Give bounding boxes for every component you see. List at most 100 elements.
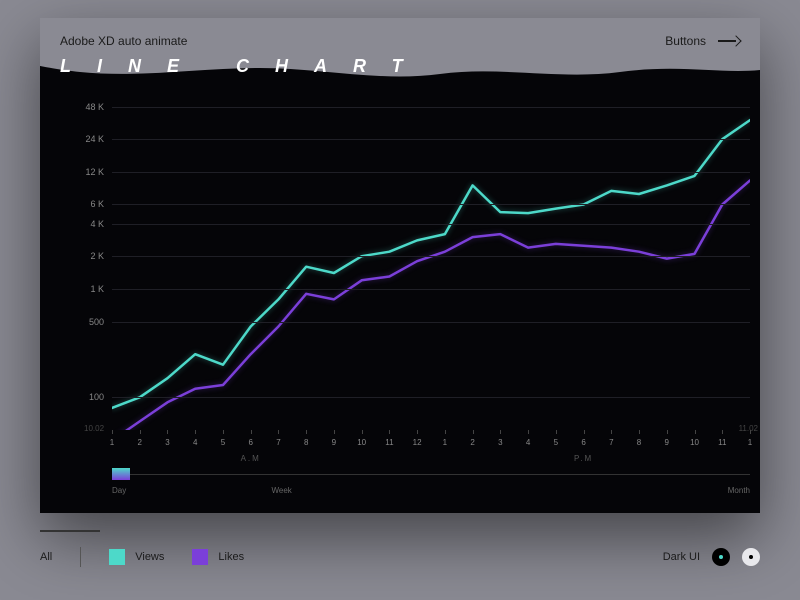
- grid-line: [112, 107, 750, 108]
- timeline-week[interactable]: Week: [272, 486, 292, 495]
- y-tick: 2 K: [90, 251, 104, 261]
- x-tick-mark: [584, 430, 585, 434]
- x-tick-mark: [362, 430, 363, 434]
- x-tick: 4: [526, 438, 530, 447]
- x-tick: 10: [357, 438, 366, 447]
- x-tick-mark: [500, 430, 501, 434]
- y-tick: 4 K: [90, 219, 104, 229]
- header-link-label: Buttons: [665, 34, 706, 48]
- x-tick: 5: [221, 438, 225, 447]
- timeline-handle[interactable]: [112, 468, 130, 480]
- x-tick-mark: [223, 430, 224, 434]
- y-tick: 1 K: [90, 284, 104, 294]
- page-title: LINE CHART: [60, 56, 429, 77]
- x-tick: 6: [248, 438, 252, 447]
- chart-card: Adobe XD auto animate Buttons LINE CHART…: [40, 18, 760, 513]
- timeline-month[interactable]: Month: [728, 486, 750, 495]
- theme-toggles: Dark UI: [663, 548, 760, 566]
- x-tick: 4: [193, 438, 197, 447]
- x-tick-mark: [389, 430, 390, 434]
- legend-all[interactable]: All: [40, 551, 52, 563]
- x-axis: 12345678910111212345678910111A.MP.M10.02…: [112, 430, 750, 458]
- toggle-light[interactable]: [742, 548, 760, 566]
- x-tick-mark: [195, 430, 196, 434]
- x-tick-mark: [722, 430, 723, 434]
- x-tick-mark: [140, 430, 141, 434]
- header-subtitle: Adobe XD auto animate: [60, 34, 187, 48]
- grid-line: [112, 256, 750, 257]
- x-tick-mark: [417, 430, 418, 434]
- x-tick: 7: [276, 438, 280, 447]
- arrow-right-icon: [718, 36, 740, 46]
- x-period-am: A.M: [241, 454, 261, 463]
- x-tick: 11: [385, 438, 393, 447]
- toggle-dark[interactable]: [712, 548, 730, 566]
- x-tick: 2: [138, 438, 142, 447]
- legend-likes-label: Likes: [218, 551, 244, 563]
- y-tick: 12 K: [85, 167, 104, 177]
- x-tick-mark: [473, 430, 474, 434]
- x-tick-mark: [556, 430, 557, 434]
- x-date-end: 11.02: [739, 424, 758, 433]
- y-tick: 24 K: [85, 134, 104, 144]
- line-likes: [112, 180, 750, 430]
- x-date-start: 10.02: [84, 424, 104, 433]
- x-period-pm: P.M: [574, 454, 593, 463]
- legend-all-label: All: [40, 551, 52, 563]
- x-tick-mark: [167, 430, 168, 434]
- header: Adobe XD auto animate Buttons: [40, 18, 760, 52]
- swatch-views: [109, 549, 125, 565]
- legend-likes[interactable]: Likes: [192, 549, 244, 565]
- y-axis: 48 K 24 K 12 K 6 K 4 K 2 K 1 K 500 100: [40, 96, 112, 458]
- legend: All Views Likes: [40, 547, 244, 567]
- x-tick-mark: [251, 430, 252, 434]
- timeline-day[interactable]: Day: [112, 486, 126, 495]
- grid-line: [112, 172, 750, 173]
- legend-views[interactable]: Views: [109, 549, 164, 565]
- legend-views-label: Views: [135, 551, 164, 563]
- divider: [80, 547, 81, 567]
- x-tick: 2: [470, 438, 474, 447]
- y-tick: 500: [89, 317, 104, 327]
- x-tick: 1: [110, 438, 114, 447]
- timeline-track[interactable]: [112, 474, 750, 475]
- y-tick: 48 K: [85, 102, 104, 112]
- x-tick-mark: [334, 430, 335, 434]
- plot: [112, 96, 750, 430]
- x-tick-mark: [639, 430, 640, 434]
- grid-line: [112, 322, 750, 323]
- chart-area: 48 K24 K12 K6 K4 K2 K1 K500100 123456789…: [40, 96, 760, 458]
- x-tick: 7: [609, 438, 613, 447]
- x-tick: 1: [748, 438, 752, 447]
- grid-line: [112, 204, 750, 205]
- x-tick: 1: [443, 438, 447, 447]
- x-tick: 11: [718, 438, 726, 447]
- x-tick: 12: [413, 438, 422, 447]
- grid-line: [112, 139, 750, 140]
- x-tick-mark: [445, 430, 446, 434]
- x-tick-mark: [306, 430, 307, 434]
- theme-label: Dark UI: [663, 551, 700, 563]
- x-tick: 3: [498, 438, 502, 447]
- x-tick-mark: [528, 430, 529, 434]
- line-views: [112, 120, 750, 408]
- x-tick: 5: [554, 438, 558, 447]
- timeline: Day Week Month: [112, 468, 750, 498]
- x-tick: 9: [665, 438, 669, 447]
- x-tick-mark: [611, 430, 612, 434]
- x-tick: 8: [637, 438, 641, 447]
- x-tick-mark: [667, 430, 668, 434]
- bottom-bar: All Views Likes Dark UI: [40, 532, 760, 582]
- y-tick: 100: [89, 392, 104, 402]
- x-tick-mark: [278, 430, 279, 434]
- header-link[interactable]: Buttons: [665, 34, 740, 48]
- x-tick: 3: [165, 438, 169, 447]
- x-tick: 6: [581, 438, 585, 447]
- x-tick-mark: [112, 430, 113, 434]
- chart-svg: [112, 96, 750, 430]
- x-tick: 10: [690, 438, 699, 447]
- x-tick: 9: [332, 438, 336, 447]
- swatch-likes: [192, 549, 208, 565]
- grid-line: [112, 224, 750, 225]
- y-tick: 6 K: [90, 199, 104, 209]
